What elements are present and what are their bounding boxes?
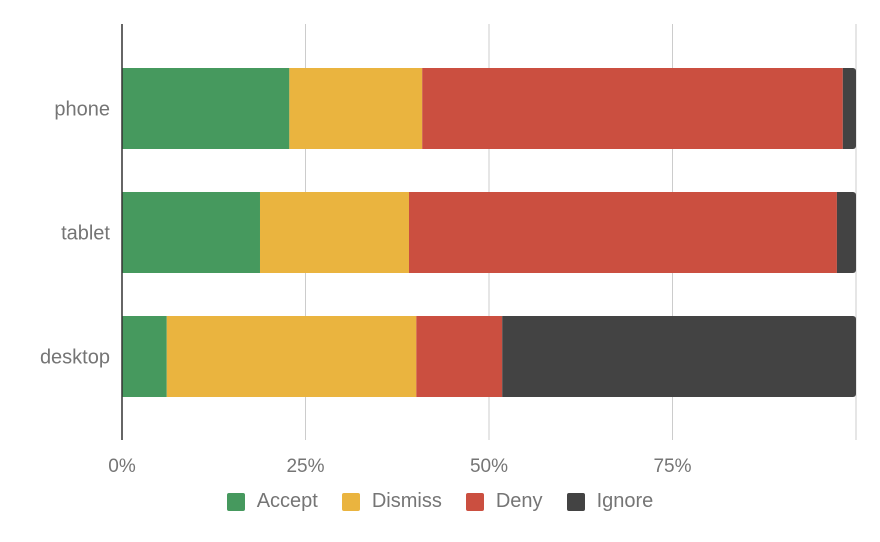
bar-segment-phone-ignore — [842, 68, 856, 149]
legend: Accept Dismiss Deny Ignore — [0, 490, 880, 513]
bar-segment-tablet-accept — [122, 192, 260, 273]
category-labels: phone tablet desktop — [40, 99, 110, 369]
bar-segment-desktop-deny — [416, 316, 503, 397]
x-tick-label: 75% — [653, 456, 691, 477]
bar-segment-tablet-deny — [408, 192, 837, 273]
bar-segment-phone-dismiss — [289, 68, 423, 149]
bars — [122, 68, 856, 397]
legend-label: Ignore — [596, 490, 654, 512]
category-label: tablet — [61, 223, 110, 245]
legend-item-accept[interactable]: Accept — [226, 490, 318, 513]
legend-label: Deny — [495, 490, 543, 512]
bar-group-desktop — [122, 316, 856, 397]
bar-segment-tablet-dismiss — [259, 192, 409, 273]
legend-item-ignore[interactable]: Ignore — [566, 490, 654, 513]
legend-swatch — [341, 492, 360, 511]
stacked-bar-chart: 0% 25% 50% 75% phone tablet desktop — [40, 24, 857, 477]
legend-label: Dismiss — [371, 490, 442, 512]
legend-item-dismiss[interactable]: Dismiss — [341, 490, 442, 513]
category-label: desktop — [40, 347, 110, 369]
x-tick-label: 50% — [470, 456, 508, 477]
bar-group-phone — [122, 68, 856, 149]
x-tick-label: 25% — [286, 456, 324, 477]
bar-segment-desktop-accept — [122, 316, 167, 397]
legend-swatch — [465, 492, 484, 511]
x-tick-label: 0% — [108, 456, 136, 477]
x-tick-labels: 0% 25% 50% 75% — [108, 456, 691, 477]
legend-label: Accept — [256, 490, 318, 512]
bar-segment-desktop-dismiss — [166, 316, 417, 397]
bar-group-tablet — [122, 192, 856, 273]
legend-swatch — [226, 492, 245, 511]
bar-segment-desktop-ignore — [502, 316, 856, 397]
legend-swatch — [566, 492, 585, 511]
bar-segment-tablet-ignore — [836, 192, 856, 273]
category-label: phone — [54, 99, 110, 121]
legend-item-deny[interactable]: Deny — [465, 490, 543, 513]
bar-segment-phone-deny — [422, 68, 843, 149]
bar-segment-phone-accept — [122, 68, 290, 149]
